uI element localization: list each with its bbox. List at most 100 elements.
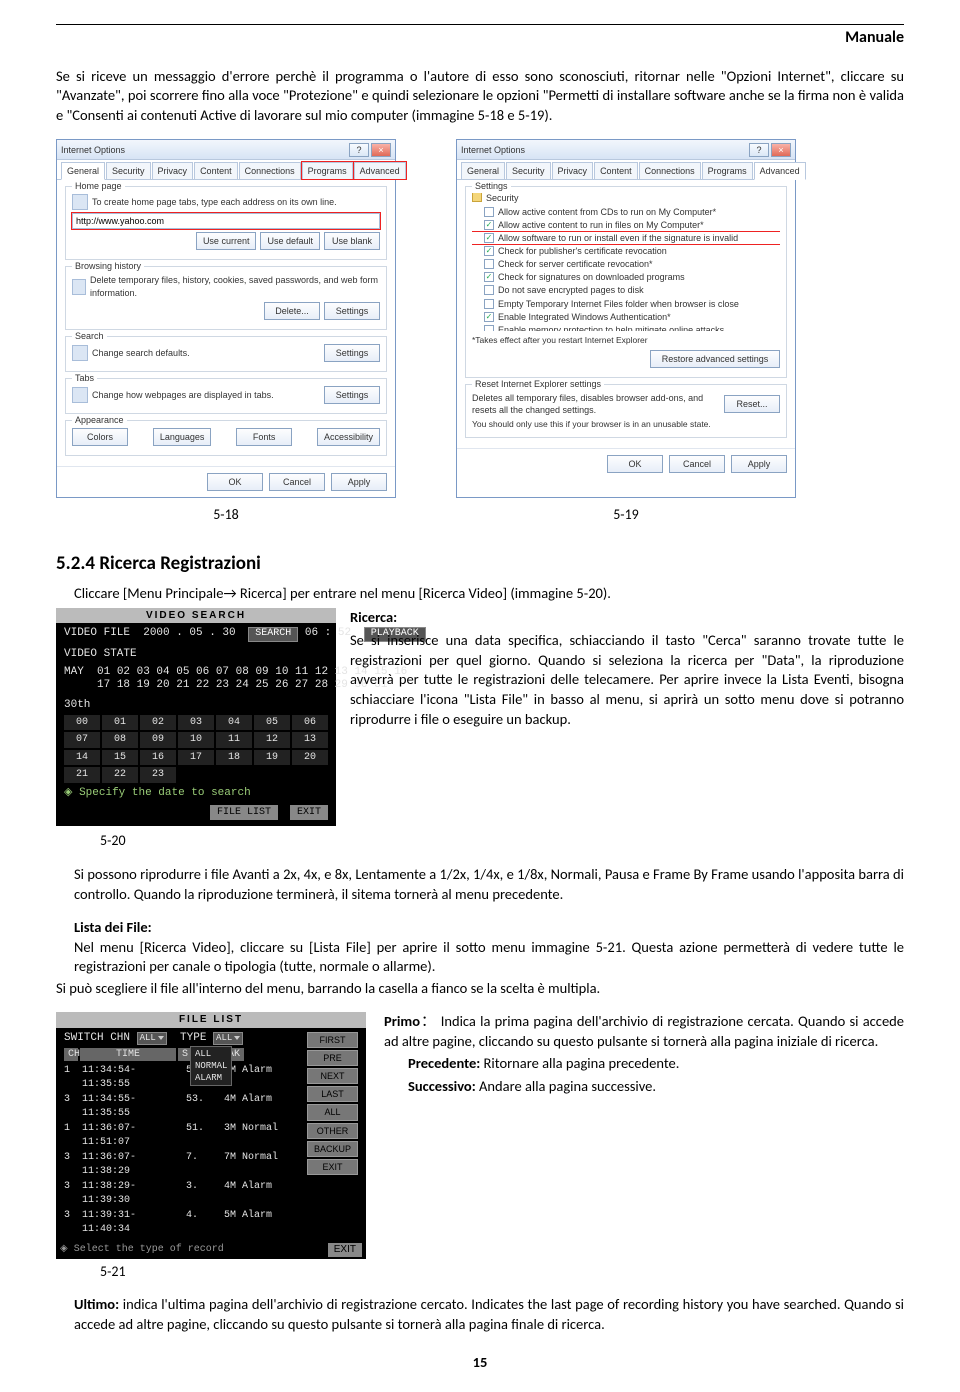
accessibility-button[interactable]: Accessibility (317, 428, 380, 446)
tab-security[interactable]: Security (106, 162, 151, 179)
tab-content[interactable]: Content (194, 162, 238, 179)
use-current-button[interactable]: Use current (196, 232, 257, 250)
security-checkbox[interactable]: Check for publisher's certificate revoca… (472, 245, 780, 257)
table-row[interactable]: 311:36:07-11:38:297.7M Normal (64, 1150, 301, 1179)
restore-advanced-button[interactable]: Restore advanced settings (650, 350, 780, 368)
pre-button[interactable]: PRE (307, 1050, 358, 1066)
hour-cell[interactable]: 19 (254, 750, 290, 766)
checkbox-icon[interactable] (484, 325, 494, 332)
security-checkbox[interactable]: Check for server certificate revocation* (472, 258, 780, 270)
hour-cell[interactable]: 23 (140, 767, 176, 783)
hour-cell[interactable]: 12 (254, 732, 290, 748)
security-checkbox[interactable]: Check for signatures on downloaded progr… (472, 271, 780, 283)
colors-button[interactable]: Colors (72, 428, 128, 446)
search-button[interactable]: SEARCH (248, 627, 298, 642)
exit-button[interactable]: EXIT (290, 805, 328, 821)
first-button[interactable]: FIRST (307, 1032, 358, 1048)
tab-connections[interactable]: Connections (239, 162, 301, 179)
security-checkbox[interactable]: Enable memory protection to help mitigat… (472, 324, 780, 332)
ok-button[interactable]: OK (607, 455, 663, 473)
hour-cell[interactable]: 17 (178, 750, 214, 766)
tab-security[interactable]: Security (506, 162, 551, 179)
checkbox-icon[interactable] (484, 207, 494, 217)
hour-cell[interactable]: 16 (140, 750, 176, 766)
checkbox-icon[interactable] (484, 285, 494, 295)
close-icon[interactable]: × (771, 143, 791, 157)
hour-cell[interactable]: 10 (178, 732, 214, 748)
tab-advanced[interactable]: Advanced (754, 162, 806, 180)
hour-cell[interactable]: 09 (140, 732, 176, 748)
help-icon[interactable]: ? (349, 143, 369, 157)
tab-programs[interactable]: Programs (302, 162, 353, 179)
table-row[interactable]: 111:34:54-11:35:5553.4M Alarm (64, 1063, 301, 1092)
cancel-button[interactable]: Cancel (269, 473, 325, 491)
last-button[interactable]: LAST (307, 1086, 358, 1102)
hour-cell[interactable]: 03 (178, 715, 214, 731)
checkbox-icon[interactable] (484, 259, 494, 269)
tab-connections[interactable]: Connections (639, 162, 701, 179)
tab-privacy[interactable]: Privacy (552, 162, 594, 179)
hour-cell[interactable]: 06 (292, 715, 328, 731)
tab-content[interactable]: Content (594, 162, 638, 179)
cancel-button[interactable]: Cancel (669, 455, 725, 473)
help-icon[interactable]: ? (749, 143, 769, 157)
security-checkbox[interactable]: Enable Integrated Windows Authentication… (472, 311, 780, 323)
table-row[interactable]: 311:39:31-11:40:344.5M Alarm (64, 1208, 301, 1237)
other-button[interactable]: OTHER (307, 1123, 358, 1139)
checkbox-icon[interactable] (484, 299, 494, 309)
delete-button[interactable]: Delete... (264, 302, 320, 320)
reset-button[interactable]: Reset... (724, 395, 780, 413)
hour-cell[interactable]: 07 (64, 732, 100, 748)
hour-cell[interactable]: 01 (102, 715, 138, 731)
hour-cell[interactable]: 04 (216, 715, 252, 731)
security-checkbox[interactable]: Do not save encrypted pages to disk (472, 284, 780, 296)
hour-cell[interactable]: 11 (216, 732, 252, 748)
checkbox-icon[interactable] (484, 246, 494, 256)
checkbox-icon[interactable] (484, 220, 494, 230)
checkbox-icon[interactable] (484, 233, 494, 243)
apply-button[interactable]: Apply (731, 455, 787, 473)
security-checkbox[interactable]: Allow software to run or install even if… (472, 232, 780, 244)
checkbox-icon[interactable] (484, 312, 494, 322)
all-button[interactable]: ALL (307, 1104, 358, 1120)
hour-cell[interactable]: 14 (64, 750, 100, 766)
search-settings-button[interactable]: Settings (324, 344, 380, 362)
hour-cell[interactable]: 15 (102, 750, 138, 766)
next-button[interactable]: NEXT (307, 1068, 358, 1084)
type-dropdown[interactable]: ALL (213, 1032, 243, 1045)
hour-cell[interactable]: 02 (140, 715, 176, 731)
type-option[interactable]: ALARM (195, 1072, 227, 1084)
exit-button[interactable]: EXIT (328, 1243, 362, 1257)
table-row[interactable]: 311:34:55-11:35:5553.4M Alarm (64, 1092, 301, 1121)
ok-button[interactable]: OK (207, 473, 263, 491)
languages-button[interactable]: Languages (153, 428, 212, 446)
hour-cell[interactable]: 05 (254, 715, 290, 731)
tab-programs[interactable]: Programs (702, 162, 753, 179)
tab-general[interactable]: General (61, 162, 105, 180)
settings-button[interactable]: Settings (324, 302, 380, 320)
type-option[interactable]: ALL (195, 1048, 227, 1060)
backup-button[interactable]: BACKUP (307, 1141, 358, 1157)
hour-cell[interactable]: 20 (292, 750, 328, 766)
hour-cell[interactable]: 21 (64, 767, 100, 783)
use-blank-button[interactable]: Use blank (324, 232, 380, 250)
security-checkbox[interactable]: Allow active content from CDs to run on … (472, 206, 780, 218)
checkbox-icon[interactable] (484, 272, 494, 282)
tab-general[interactable]: General (461, 162, 505, 179)
tab-advanced[interactable]: Advanced (354, 162, 406, 179)
fonts-button[interactable]: Fonts (236, 428, 292, 446)
file-list-button[interactable]: FILE LIST (210, 805, 278, 821)
table-row[interactable]: 311:38:29-11:39:303.4M Alarm (64, 1179, 301, 1208)
close-icon[interactable]: × (371, 143, 391, 157)
security-checkbox[interactable]: Allow active content to run in files on … (472, 219, 780, 231)
tab-privacy[interactable]: Privacy (152, 162, 194, 179)
hour-cell[interactable]: 00 (64, 715, 100, 731)
hour-cell[interactable]: 22 (102, 767, 138, 783)
hour-cell[interactable]: 13 (292, 732, 328, 748)
tabs-settings-button[interactable]: Settings (324, 386, 380, 404)
hour-cell[interactable]: 08 (102, 732, 138, 748)
use-default-button[interactable]: Use default (260, 232, 320, 250)
exit-button[interactable]: EXIT (307, 1159, 358, 1175)
hour-cell[interactable]: 18 (216, 750, 252, 766)
table-row[interactable]: 111:36:07-11:51:0751.3M Normal (64, 1121, 301, 1150)
